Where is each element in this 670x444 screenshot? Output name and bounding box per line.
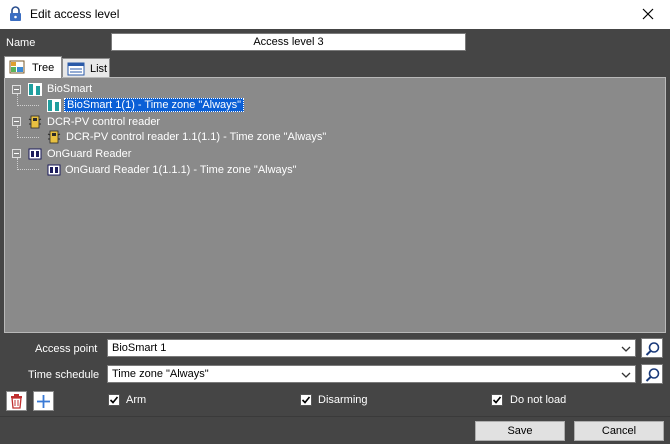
tab-list-label: List [90,63,108,75]
tree-node-onguard[interactable]: OnGuard Reader [47,148,131,160]
footer-divider [0,416,670,417]
arm-checkbox-label: Arm [126,394,147,406]
biosmart-icon [47,99,61,115]
lock-icon [9,6,22,25]
tree-node-biosmart[interactable]: BioSmart [47,83,92,95]
collapse-icon[interactable] [12,85,21,94]
tree-node-dcr-pv[interactable]: DCR-PV control reader [47,116,160,128]
time-schedule-select[interactable]: Time zone "Always" [107,365,636,383]
tab-tree[interactable]: Tree [4,56,62,78]
delete-button[interactable] [6,391,27,411]
disarming-checkbox[interactable] [300,394,312,406]
tree-connector [17,105,39,106]
close-icon[interactable] [640,6,656,22]
onguard-reader-icon [47,164,61,179]
tree-view-icon [9,60,25,77]
tree-connector [17,169,39,170]
tab-list[interactable]: List [62,58,110,78]
arm-checkbox[interactable] [108,394,120,406]
tab-tree-label: Tree [32,62,55,74]
name-field[interactable] [111,33,466,51]
collapse-icon[interactable] [12,149,21,158]
tree-node-biosmart-1[interactable]: BioSmart 1(1) - Time zone "Always" [64,98,245,112]
time-schedule-search-button[interactable] [641,364,663,384]
access-point-label: Access point [35,343,98,355]
title-bar: Edit access level [0,0,670,29]
tree-connector [17,137,39,138]
cancel-button[interactable]: Cancel [574,421,664,441]
tree-view[interactable]: BioSmart BioSmart 1(1) - Time zone "Alwa… [4,77,666,333]
name-label: Name [6,37,36,49]
tree-node-onguard-1[interactable]: OnGuard Reader 1(1.1.1) - Time zone "Alw… [65,164,297,176]
window-title: Edit access level [30,7,120,21]
access-point-search-button[interactable] [641,338,663,358]
disarming-checkbox-label: Disarming [318,394,368,406]
biosmart-icon [28,83,42,99]
reader-icon [28,115,42,132]
time-schedule-value: Time zone "Always" [112,368,209,380]
add-button[interactable] [33,391,54,411]
save-button[interactable]: Save [475,421,565,441]
reader-icon [47,130,61,147]
onguard-reader-icon [28,148,42,163]
do-not-load-checkbox-label: Do not load [510,394,567,406]
do-not-load-checkbox[interactable] [491,394,503,406]
tree-node-dcr-pv-1[interactable]: DCR-PV control reader 1.1(1.1) - Time zo… [66,131,326,143]
time-schedule-label: Time schedule [28,369,100,381]
collapse-icon[interactable] [12,117,21,126]
chevron-down-icon [621,344,631,356]
access-point-value: BioSmart 1 [112,342,167,354]
chevron-down-icon [621,370,631,382]
access-point-select[interactable]: BioSmart 1 [107,339,636,357]
